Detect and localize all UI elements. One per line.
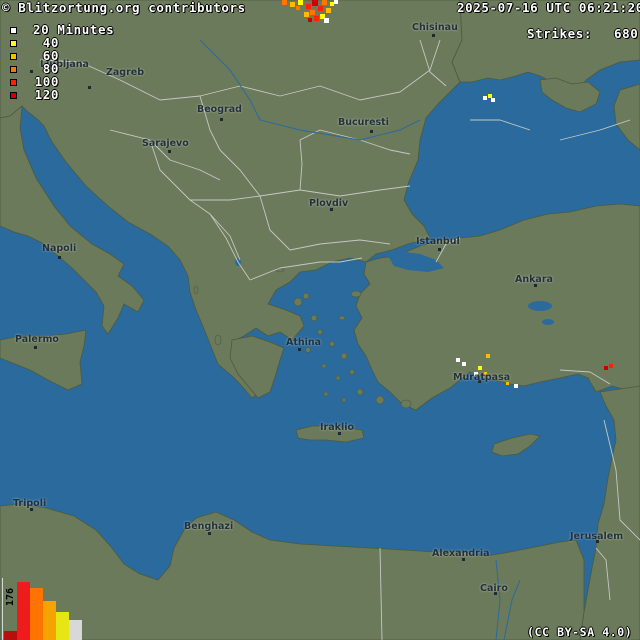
age-legend: 20 Minutes 40 60 80 100 120 [0, 22, 120, 104]
city-label-ankara: Ankara [515, 274, 553, 285]
strike-histogram: 176 [0, 578, 86, 640]
histogram-bar [17, 582, 30, 640]
city-label-iraklio: Iraklio [320, 422, 354, 433]
histogram-bar [30, 588, 43, 640]
city-label-benghazi: Benghazi [184, 521, 234, 532]
strikes-label: Strikes: [527, 26, 593, 41]
license-text: (CC BY-SA 4.0) [527, 625, 633, 639]
city-label-cairo: Cairo [480, 583, 508, 594]
city-label-jerusalem: Jerusalem [570, 531, 624, 542]
city-label-tripoli: Tripoli [13, 498, 47, 509]
city-label-muratpasa: Muratpasa [453, 372, 511, 383]
histogram-bar [56, 612, 69, 640]
legend-label: 120 [34, 87, 59, 102]
legend-swatch [10, 27, 17, 34]
city-label-plovdiv: Plovdiv [309, 198, 349, 209]
timestamp: 2025-07-16 UTC 06:21:20 [457, 0, 640, 15]
city-label-alexandria: Alexandria [432, 548, 490, 559]
legend-swatch [10, 92, 17, 99]
city-label-bucuresti: Bucuresti [338, 117, 389, 128]
histogram-bar [43, 601, 56, 640]
credit-text: © Blitzortung.org contributors [2, 0, 246, 15]
city-label-beograd: Beograd [197, 104, 242, 115]
histogram-bar [69, 620, 82, 640]
city-label-napoli: Napoli [42, 243, 77, 254]
histogram-peak-count: 176 [5, 587, 16, 606]
legend-swatch [10, 53, 17, 60]
city-label-athina: Athina [286, 337, 322, 348]
city-label-palermo: Palermo [15, 334, 59, 345]
legend-swatch [10, 79, 17, 86]
city-label-chisinau: Chisinau [412, 22, 458, 33]
legend-swatch [10, 40, 17, 47]
city-label-sarajevo: Sarajevo [142, 138, 189, 149]
legend-swatch [10, 66, 17, 73]
city-label-istanbul: Istanbul [416, 236, 460, 247]
legend-item: 120 [8, 87, 58, 102]
strikes-count: 680 [614, 26, 639, 41]
histogram-bar [4, 631, 17, 640]
histogram-axis [2, 578, 3, 640]
